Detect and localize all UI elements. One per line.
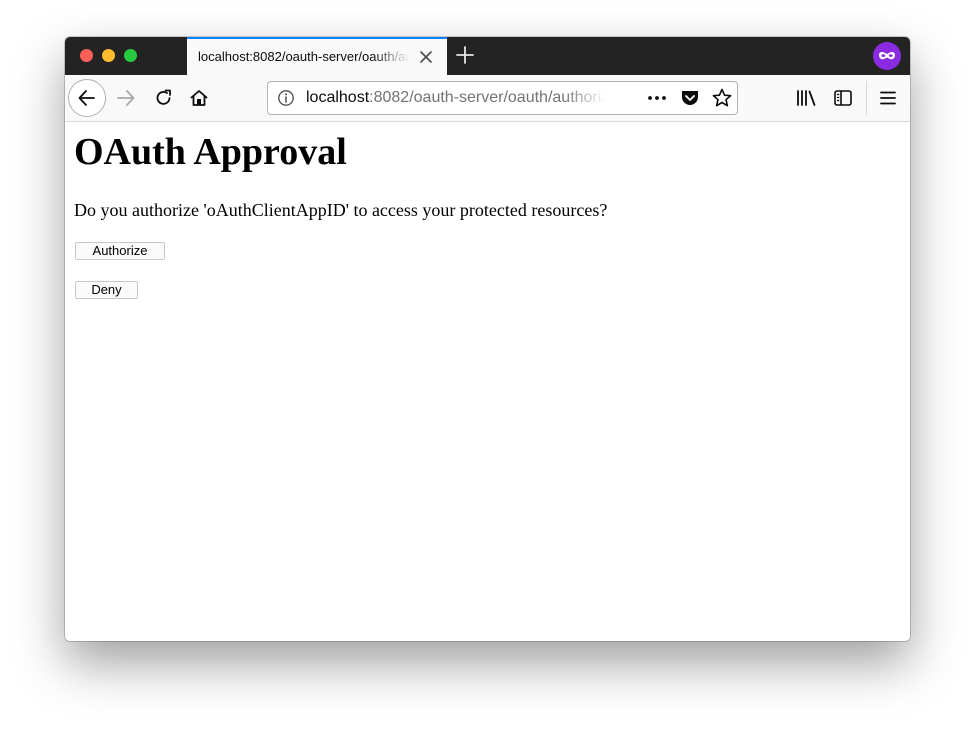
url-text[interactable]: localhost:8082/oauth-server/oauth/author… <box>306 89 606 107</box>
hamburger-menu-icon[interactable] <box>875 85 901 111</box>
info-icon[interactable] <box>277 89 295 107</box>
star-icon[interactable] <box>711 87 733 109</box>
navigation-toolbar: localhost:8082/oauth-server/oauth/author… <box>65 75 910 122</box>
authorization-prompt: Do you authorize 'oAuthClientAppID' to a… <box>74 200 608 220</box>
private-browsing-mask-icon <box>873 42 901 70</box>
pocket-icon[interactable] <box>679 88 701 108</box>
page-title: OAuth Approval <box>74 131 347 173</box>
page-content: OAuth Approval Do you authorize 'oAuthCl… <box>65 122 910 641</box>
back-arrow-icon[interactable] <box>68 79 106 117</box>
library-icon[interactable] <box>793 85 819 111</box>
zoom-window-button[interactable] <box>124 49 137 62</box>
more-icon[interactable] <box>646 88 668 108</box>
browser-window: localhost:8082/oauth-server/oauth/author… <box>65 37 910 641</box>
tab-title: localhost:8082/oauth-server/oauth/author… <box>198 49 410 64</box>
minimize-window-button[interactable] <box>102 49 115 62</box>
close-window-button[interactable] <box>80 49 93 62</box>
reload-icon[interactable] <box>151 85 177 111</box>
url-host: localhost <box>306 89 370 106</box>
home-icon[interactable] <box>186 85 212 111</box>
toolbar-separator <box>866 81 867 115</box>
new-tab-plus-icon[interactable] <box>455 45 475 65</box>
authorize-button[interactable]: Authorize <box>75 242 165 260</box>
forward-arrow-icon[interactable] <box>113 85 139 111</box>
sidebar-icon[interactable] <box>830 85 856 111</box>
url-bar[interactable]: localhost:8082/oauth-server/oauth/author… <box>267 81 738 115</box>
url-path: :8082/oauth-server/oauth/authorize <box>369 89 606 106</box>
close-icon[interactable] <box>419 50 433 64</box>
tab-active[interactable]: localhost:8082/oauth-server/oauth/author… <box>187 37 447 75</box>
deny-button[interactable]: Deny <box>75 281 138 299</box>
tab-strip: localhost:8082/oauth-server/oauth/author… <box>65 37 910 75</box>
